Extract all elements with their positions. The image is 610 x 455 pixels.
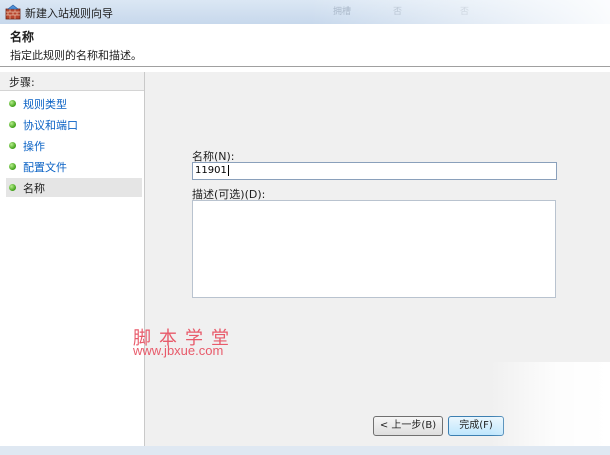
steps-heading: 步骤: (0, 72, 144, 91)
step-rule-type[interactable]: 规则类型 (6, 94, 142, 113)
step-label: 名称 (23, 182, 45, 195)
window-title: 新建入站规则向导 (25, 7, 113, 20)
step-status-icon (9, 184, 16, 191)
description-field[interactable] (192, 200, 556, 298)
title-bar[interactable]: 新建入站规则向导 拥槽 否 否 (0, 0, 610, 25)
firewall-icon (5, 4, 21, 20)
step-status-icon (9, 121, 16, 128)
back-button[interactable]: < 上一步(B) (373, 416, 443, 436)
step-protocol-and-ports[interactable]: 协议和端口 (6, 115, 142, 134)
window-bottom-border (0, 446, 610, 455)
screenshot-edge-fade (490, 362, 610, 446)
title-bar-glare (310, 0, 610, 24)
steps-heading-label: 步骤: (9, 76, 35, 89)
step-label: 配置文件 (23, 161, 67, 174)
step-status-icon (9, 142, 16, 149)
step-label: 规则类型 (23, 98, 67, 111)
step-action[interactable]: 操作 (6, 136, 142, 155)
watermark-url: www.jbxue.com (133, 343, 224, 358)
step-label: 协议和端口 (23, 119, 78, 132)
text-caret (227, 164, 229, 176)
main-panel: 名称(N): 11901 描述(可选)(D): < 上一步(B) 完成(F) (145, 72, 610, 446)
wizard-header: 名称 指定此规则的名称和描述。 (0, 24, 610, 67)
step-name[interactable]: 名称 (6, 178, 142, 197)
step-status-icon (9, 100, 16, 107)
name-field[interactable]: 11901 (192, 162, 557, 180)
page-description: 指定此规则的名称和描述。 (10, 49, 142, 62)
step-status-icon (9, 163, 16, 170)
step-label: 操作 (23, 140, 45, 153)
steps-pane: 步骤: 规则类型 协议和端口 操作 配置文件 名称 (0, 72, 145, 446)
name-field-value: 11901 (195, 165, 227, 176)
page-title: 名称 (10, 30, 35, 44)
step-profile[interactable]: 配置文件 (6, 157, 142, 176)
